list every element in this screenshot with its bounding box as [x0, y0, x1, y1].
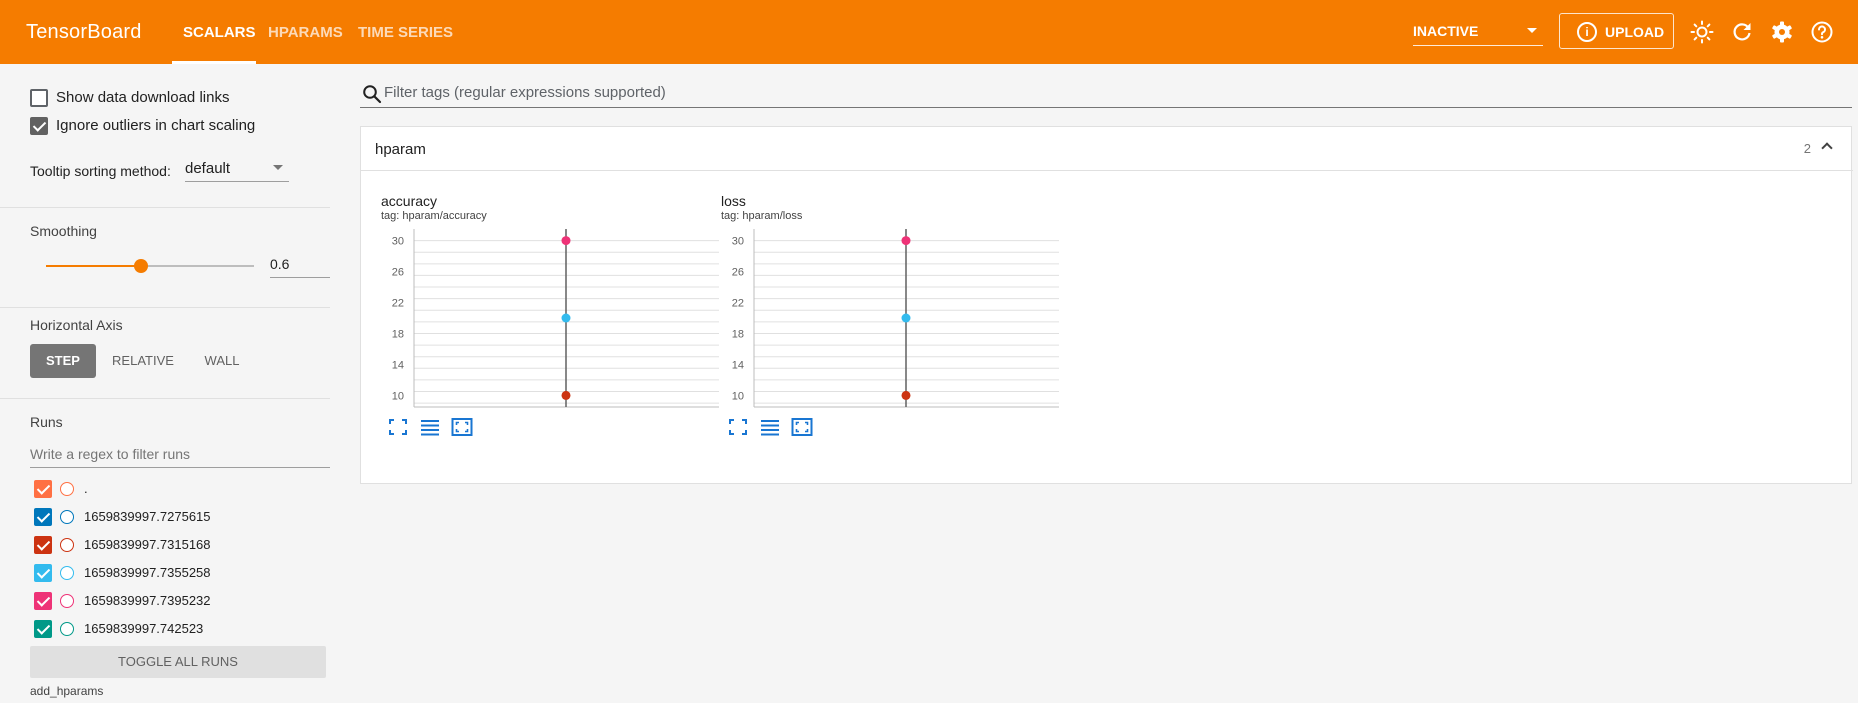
fit-domain-icon[interactable]	[791, 417, 813, 437]
chart-card-accuracy: accuracy tag: hparam/accuracy 10 14 18 22 26…	[381, 187, 719, 467]
run-color-picker[interactable]	[60, 482, 74, 496]
run-name: .	[84, 481, 88, 496]
chart-data-point[interactable]	[901, 390, 911, 400]
info-icon: i	[1577, 22, 1597, 42]
smoothing-value-input[interactable]: 0.6	[270, 252, 330, 278]
tooltip-sorting-value: default	[185, 160, 231, 177]
chart-data-point[interactable]	[561, 313, 571, 323]
fullscreen-icon[interactable]	[387, 417, 409, 437]
tag-filter-placeholder: Filter tags (regular expressions support…	[384, 84, 666, 101]
run-name: 1659839997.742523	[84, 621, 204, 636]
chart-y-tick-label: 26	[732, 267, 744, 279]
divider	[0, 398, 330, 399]
dashboard-select[interactable]: INACTIVE	[1413, 14, 1543, 46]
show-download-links-label: Show data download links	[56, 89, 230, 106]
loss-chart[interactable]: 1014182226300	[721, 229, 1061, 415]
chart-y-tick-label: 26	[392, 267, 404, 279]
run-name: 1659839997.7275615	[84, 509, 211, 524]
chart-y-tick-label: 18	[392, 328, 404, 340]
ignore-outliers-checkbox[interactable]	[30, 117, 48, 135]
ignore-outliers-label: Ignore outliers in chart scaling	[56, 117, 256, 134]
smoothing-slider-fill	[46, 265, 141, 267]
search-icon	[363, 85, 382, 104]
run-color-picker[interactable]	[60, 622, 74, 636]
run-color-picker[interactable]	[60, 566, 74, 580]
tag-group-count: 2	[1803, 141, 1811, 156]
chart-y-tick-label: 22	[732, 298, 744, 310]
upload-button-label: UPLOAD	[1605, 24, 1665, 40]
chart-y-tick-label: 10	[732, 390, 744, 402]
fullscreen-icon[interactable]	[727, 417, 749, 437]
chart-title: accuracy	[381, 193, 438, 209]
settings-gear-icon[interactable]	[1770, 20, 1794, 44]
chart-y-tick-label: 18	[732, 328, 744, 340]
chart-y-tick-label: 10	[392, 390, 404, 402]
chart-title: loss	[721, 193, 746, 209]
tab-time-series[interactable]: TIME SERIES	[358, 24, 453, 41]
dashboard-select-value: INACTIVE	[1413, 23, 1479, 39]
data-table-icon[interactable]	[419, 417, 441, 437]
divider	[0, 307, 330, 308]
tab-hparams[interactable]: HPARAMS	[268, 24, 343, 41]
run-checkbox[interactable]	[34, 508, 52, 526]
run-color-picker[interactable]	[60, 510, 74, 524]
chart-data-point[interactable]	[561, 236, 571, 246]
chart-y-tick-label: 14	[392, 359, 404, 371]
chart-y-tick-label: 22	[392, 298, 404, 310]
run-name: 1659839997.7355258	[84, 565, 211, 580]
smoothing-heading: Smoothing	[30, 223, 97, 239]
tab-scalars[interactable]: SCALARS	[183, 24, 256, 41]
tooltip-sorting-select[interactable]: default	[185, 156, 289, 182]
tag-group-card: hparam 2 accuracy tag: hparam/accuracy 1…	[360, 126, 1853, 484]
axis-step-button[interactable]: STEP	[30, 344, 96, 378]
smoothing-slider-thumb[interactable]	[133, 259, 148, 273]
data-table-icon[interactable]	[759, 417, 781, 437]
run-checkbox[interactable]	[34, 592, 52, 610]
light-mode-icon[interactable]	[1690, 20, 1714, 44]
accuracy-chart[interactable]: 1014182226300	[381, 229, 721, 415]
refresh-icon[interactable]	[1730, 20, 1754, 44]
run-checkbox[interactable]	[34, 480, 52, 498]
chart-card-loss: loss tag: hparam/loss 1014182226300	[721, 187, 1059, 467]
toggle-all-runs-button[interactable]: TOGGLE ALL RUNS	[30, 646, 326, 678]
run-filter-input[interactable]: Write a regex to filter runs	[30, 440, 330, 468]
run-color-picker[interactable]	[60, 538, 74, 552]
sidebar: Show data download links Ignore outliers…	[0, 64, 330, 703]
chart-y-tick-label: 14	[732, 359, 744, 371]
tooltip-sorting-label: Tooltip sorting method:	[30, 163, 171, 179]
fit-domain-icon[interactable]	[451, 417, 473, 437]
help-icon[interactable]	[1810, 20, 1834, 44]
tag-group-title: hparam	[375, 141, 426, 158]
run-name: 1659839997.7315168	[84, 537, 211, 552]
run-name: 1659839997.7395232	[84, 593, 211, 608]
run-checkbox[interactable]	[34, 536, 52, 554]
app-brand: TensorBoard	[26, 21, 142, 43]
chart-tag: tag: hparam/loss	[721, 210, 803, 222]
show-download-links-checkbox[interactable]	[30, 89, 48, 107]
tag-group-header[interactable]: hparam 2	[361, 127, 1853, 171]
run-color-picker[interactable]	[60, 594, 74, 608]
runs-footer-text: add_hparams	[30, 684, 104, 698]
run-checkbox[interactable]	[34, 564, 52, 582]
top-app-bar: TensorBoard SCALARS HPARAMS TIME SERIES …	[0, 0, 1858, 64]
run-checkbox[interactable]	[34, 620, 52, 638]
axis-relative-button[interactable]: RELATIVE	[105, 344, 181, 378]
chevron-down-icon	[1527, 28, 1537, 33]
chart-data-point[interactable]	[901, 313, 911, 323]
chart-y-tick-label: 30	[392, 236, 404, 248]
chevron-up-icon[interactable]	[1821, 142, 1833, 154]
axis-wall-button[interactable]: WALL	[195, 344, 249, 378]
upload-button[interactable]: i UPLOAD	[1559, 13, 1674, 49]
chart-tag: tag: hparam/accuracy	[381, 210, 487, 222]
chart-data-point[interactable]	[901, 236, 911, 246]
chart-y-tick-label: 30	[732, 236, 744, 248]
horizontal-axis-heading: Horizontal Axis	[30, 317, 123, 333]
runs-heading: Runs	[30, 414, 63, 430]
tag-filter-input[interactable]: Filter tags (regular expressions support…	[360, 80, 1852, 108]
divider	[0, 207, 330, 208]
chevron-down-icon	[273, 165, 283, 170]
chart-data-point[interactable]	[561, 390, 571, 400]
